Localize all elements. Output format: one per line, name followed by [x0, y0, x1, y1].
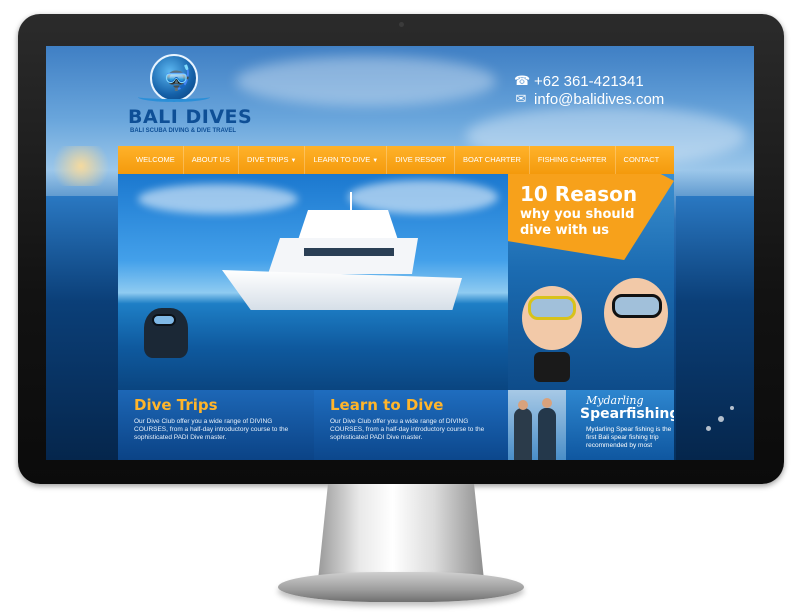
boat-hull — [222, 270, 462, 310]
reason-title: 10 Reason — [520, 182, 638, 206]
right-underwater — [676, 196, 754, 460]
nav-welcome[interactable]: WELCOME — [128, 146, 183, 174]
yellow-mask — [528, 296, 576, 320]
person-figure — [514, 408, 532, 460]
black-mask — [612, 294, 662, 318]
learn-to-dive-text: Our Dive Club offer you a wide range of … — [330, 418, 485, 441]
boat-top-deck — [298, 210, 398, 240]
sun-glow — [46, 146, 116, 186]
person-head — [542, 398, 552, 408]
monitor-base — [278, 572, 524, 602]
nav-dive-trips[interactable]: DIVE TRIPS ▼ — [237, 146, 305, 174]
left-underwater — [46, 196, 122, 460]
caret-down-icon: ▼ — [290, 158, 297, 164]
nav-fishing-charter[interactable]: FISHING CHARTER — [528, 146, 615, 174]
hero-slider-image[interactable] — [118, 174, 508, 390]
phone-number[interactable]: +62 361-421341 — [534, 73, 644, 90]
contact-info: ☎ +62 361-421341 ✉ info@balidives.com — [514, 72, 664, 108]
learn-to-dive-card[interactable]: Learn to Dive Our Dive Club offer you a … — [314, 390, 508, 460]
nav-learn-to-dive[interactable]: LEARN TO DIVE ▼ — [304, 146, 386, 174]
site-logo[interactable]: 🤿 BALI DIVES BALI SCUBA DIVING & DIVE TR… — [126, 52, 252, 142]
caret-down-icon: ▼ — [372, 158, 379, 164]
nav-label: DIVE RESORT — [395, 155, 446, 164]
bubble — [718, 416, 724, 422]
spearfishing-panel[interactable]: Mydarling Spearfishing Mydarling Spear f… — [508, 390, 674, 460]
learn-to-dive-title: Learn to Dive — [330, 396, 444, 414]
phone-row: ☎ +62 361-421341 — [514, 72, 664, 90]
email-address[interactable]: info@balidives.com — [534, 91, 664, 108]
ten-reasons-panel[interactable]: 10 Reason why you should dive with us — [508, 174, 674, 390]
envelope-icon: ✉ — [515, 91, 527, 106]
hero-cloud — [348, 180, 498, 214]
diver-icon: 🤿 — [162, 65, 192, 92]
email-row: ✉ info@balidives.com — [514, 90, 665, 108]
phone-icon: ☎ — [514, 73, 531, 88]
camera-dot — [399, 22, 404, 27]
nav-about-us[interactable]: ABOUT US — [182, 146, 238, 174]
monitor-frame: 🤿 BALI DIVES BALI SCUBA DIVING & DIVE TR… — [18, 14, 784, 484]
hero-cloud — [138, 184, 298, 214]
boat-window — [304, 248, 394, 256]
logo-wave-icon — [138, 92, 210, 102]
diver-mask — [152, 314, 176, 326]
sky-cloud — [236, 56, 496, 106]
reason-subtitle: why you should dive with us — [520, 207, 635, 238]
person-figure — [538, 408, 556, 460]
nav-label: FISHING CHARTER — [537, 155, 607, 164]
logo-title: BALI DIVES — [128, 106, 253, 128]
spearfishing-text: Mydarling Spear fishing is the first Bal… — [586, 426, 672, 449]
nav-contact[interactable]: CONTACT — [614, 146, 668, 174]
nav-label: LEARN TO DIVE — [313, 155, 371, 164]
nav-label: BOAT CHARTER — [462, 155, 521, 164]
bubble — [730, 406, 734, 410]
dive-trips-title: Dive Trips — [134, 396, 218, 414]
nav-label: CONTACT — [623, 155, 660, 164]
main-nav: WELCOME ABOUT US DIVE TRIPS ▼ LEARN TO DI… — [118, 146, 674, 174]
nav-label: ABOUT US — [191, 155, 230, 164]
logo-subtitle: BALI SCUBA DIVING & DIVE TRAVEL — [130, 128, 237, 134]
dive-trips-text: Our Dive Club offer you a wide range of … — [134, 418, 289, 441]
spearfishing-title: Spearfishing — [580, 406, 674, 422]
boat-cabin — [268, 238, 418, 274]
website-screen: 🤿 BALI DIVES BALI SCUBA DIVING & DIVE TR… — [46, 46, 754, 460]
nav-dive-resort[interactable]: DIVE RESORT — [386, 146, 454, 174]
nav-label: DIVE TRIPS — [246, 155, 289, 164]
nav-boat-charter[interactable]: BOAT CHARTER — [453, 146, 529, 174]
regulator — [534, 352, 570, 382]
bubble — [706, 426, 711, 431]
spearfishing-photo — [508, 390, 566, 460]
monitor-stand — [318, 484, 484, 580]
nav-label: WELCOME — [136, 155, 175, 164]
person-head — [518, 400, 528, 410]
dive-trips-card[interactable]: Dive Trips Our Dive Club offer you a wid… — [118, 390, 314, 460]
